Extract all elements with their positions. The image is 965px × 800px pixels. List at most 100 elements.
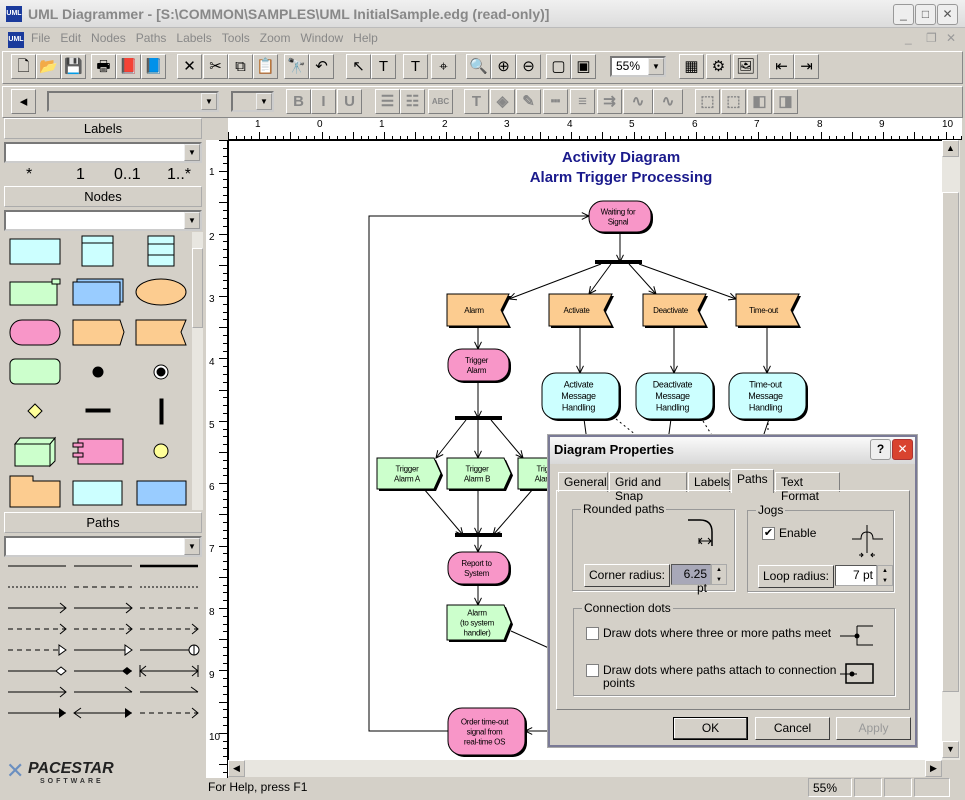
panel-toggle-button[interactable]: ◂ — [11, 89, 36, 114]
palette-usecase-node[interactable] — [135, 278, 187, 306]
path-style-dia[interactable] — [8, 666, 67, 676]
node-alarm[interactable]: Alarm — [446, 293, 511, 328]
path-style-a[interactable] — [8, 686, 67, 698]
node-activate[interactable]: Activate — [548, 293, 614, 328]
palette-interface-node[interactable] — [153, 443, 169, 459]
palette-receive-signal-node[interactable] — [135, 319, 187, 346]
palette-note-node[interactable] — [9, 281, 58, 306]
paths-panel-header[interactable]: Paths — [4, 512, 202, 533]
ok-button[interactable]: OK — [673, 717, 748, 740]
palette-3d-node[interactable] — [14, 443, 51, 467]
palette-component-node[interactable] — [77, 438, 124, 465]
node-trig-a[interactable]: TriggerAlarm A — [376, 457, 443, 491]
path-style-da[interactable] — [140, 623, 199, 635]
menu-help[interactable]: Help — [348, 29, 383, 47]
paste-button[interactable]: 📋 — [253, 54, 278, 79]
find-button[interactable]: 🔭 — [284, 54, 309, 79]
connector-path[interactable] — [423, 488, 464, 536]
ungroup-button[interactable]: ⬚ — [721, 89, 746, 114]
loop-radius-input[interactable]: 7 pt — [835, 565, 877, 586]
cancel-button[interactable]: Cancel — [755, 717, 830, 740]
send-back-button[interactable]: ◨ — [773, 89, 798, 114]
bring-front-button[interactable]: ◧ — [747, 89, 772, 114]
point-tool-button[interactable]: ⌖ — [431, 54, 456, 79]
node-to-msg[interactable]: Time-outMessage Handling — [728, 372, 808, 421]
print-button[interactable]: 🖶 — [91, 54, 116, 79]
node-act-msg[interactable]: ActivateMessage Handling — [541, 372, 621, 421]
apply-button[interactable]: Apply — [836, 717, 911, 740]
save-button[interactable]: 💾 — [61, 54, 86, 79]
text-color-button[interactable]: T — [464, 89, 489, 114]
help-book-button[interactable]: 📕 — [116, 54, 141, 79]
path-style-h[interactable] — [74, 686, 133, 693]
palette-initial-node[interactable] — [92, 366, 104, 378]
scroll-down-button[interactable]: ▼ — [942, 741, 959, 758]
scroll-up-button[interactable]: ▲ — [942, 140, 959, 157]
underline-button[interactable]: U — [337, 89, 362, 114]
select-arrow-button[interactable]: ↖ — [346, 54, 371, 79]
path-style-dt[interactable] — [8, 644, 67, 656]
path-style-da[interactable] — [74, 623, 133, 635]
node-timeout[interactable]: Time-out — [735, 293, 801, 328]
menu-window[interactable]: Window — [295, 29, 348, 47]
path-style-a[interactable] — [8, 602, 67, 614]
menu-nodes[interactable]: Nodes — [86, 29, 131, 47]
copy-button[interactable]: ⧉ — [228, 54, 253, 79]
cut-button[interactable]: ✂ — [203, 54, 228, 79]
connector-path[interactable] — [510, 630, 552, 650]
grid-button[interactable]: ▦ — [679, 54, 704, 79]
mdi-minimize-button[interactable]: _ — [905, 31, 912, 45]
open-folder-button[interactable]: 📂 — [36, 54, 61, 79]
palette-fork-v-node[interactable] — [159, 398, 164, 425]
chevron-down-icon[interactable]: ▼ — [256, 93, 272, 110]
mdi-restore-button[interactable]: ❐ — [926, 31, 937, 45]
tab-paths[interactable]: Paths — [731, 469, 774, 493]
connector-path[interactable] — [492, 488, 534, 536]
tab-general[interactable]: General — [558, 472, 608, 492]
menu-labels[interactable]: Labels — [171, 29, 216, 47]
path-style-c[interactable] — [140, 644, 200, 656]
menu-file[interactable]: File — [26, 29, 55, 47]
abc-button[interactable]: ABC — [428, 89, 453, 114]
zoom-out-button[interactable]: ⊖ — [516, 54, 541, 79]
connector-path[interactable] — [490, 419, 524, 459]
corner-radius-button[interactable]: Corner radius: — [584, 564, 670, 587]
path-style-da[interactable] — [8, 623, 67, 635]
palette-decision-node[interactable] — [27, 403, 43, 419]
path-style-bar[interactable] — [139, 665, 199, 677]
path-style-da[interactable] — [140, 707, 199, 719]
menu-zoom[interactable]: Zoom — [255, 29, 296, 47]
select-text-button[interactable]: T — [371, 54, 396, 79]
align-left-button[interactable]: ☰ — [375, 89, 400, 114]
menu-paths[interactable]: Paths — [131, 29, 172, 47]
text-tool-button[interactable]: T — [403, 54, 428, 79]
new-file-button[interactable]: 🗋 — [11, 54, 36, 79]
zoom-page-button[interactable]: ▢ — [546, 54, 571, 79]
nodes-scrollbar[interactable] — [192, 232, 203, 510]
back-button[interactable]: ⇤ — [769, 54, 794, 79]
palette-class-node[interactable] — [9, 238, 61, 265]
node-alarm-sys[interactable]: Alarm(to systemhandler) — [446, 604, 513, 642]
node-trig-b[interactable]: TriggerAlarm B — [446, 457, 513, 491]
chevron-down-icon[interactable]: ▼ — [184, 538, 200, 555]
curve-style-button[interactable]: ∿ — [623, 89, 653, 114]
group-button[interactable]: ⬚ — [695, 89, 720, 114]
loop-radius-button[interactable]: Loop radius: — [758, 565, 834, 588]
palette-class-3-node[interactable] — [147, 235, 175, 267]
line-width-button[interactable]: ≡ — [570, 89, 595, 114]
zoom-combo[interactable]: 55% ▼ — [610, 56, 666, 77]
palette-activity-node[interactable] — [9, 319, 61, 346]
italic-button[interactable]: I — [311, 89, 336, 114]
help-book-blue-button[interactable]: 📘 — [141, 54, 166, 79]
node-trigger[interactable]: TriggerAlarm — [447, 348, 511, 383]
path-style-dot[interactable] — [74, 667, 132, 675]
font-size-combo[interactable]: ▼ — [231, 91, 274, 112]
zoom-in-button[interactable]: ⊕ — [491, 54, 516, 79]
chevron-down-icon[interactable]: ▼ — [201, 93, 217, 110]
fill-color-button[interactable]: ◈ — [490, 89, 515, 114]
layout-button[interactable]: ⚙ — [706, 54, 731, 79]
line-style-button[interactable]: ┅ — [543, 89, 568, 114]
zoom-fit-button[interactable]: ▣ — [571, 54, 596, 79]
horizontal-scrollbar[interactable]: ◀ ▶ — [228, 760, 942, 777]
path-style-t[interactable] — [74, 644, 133, 656]
